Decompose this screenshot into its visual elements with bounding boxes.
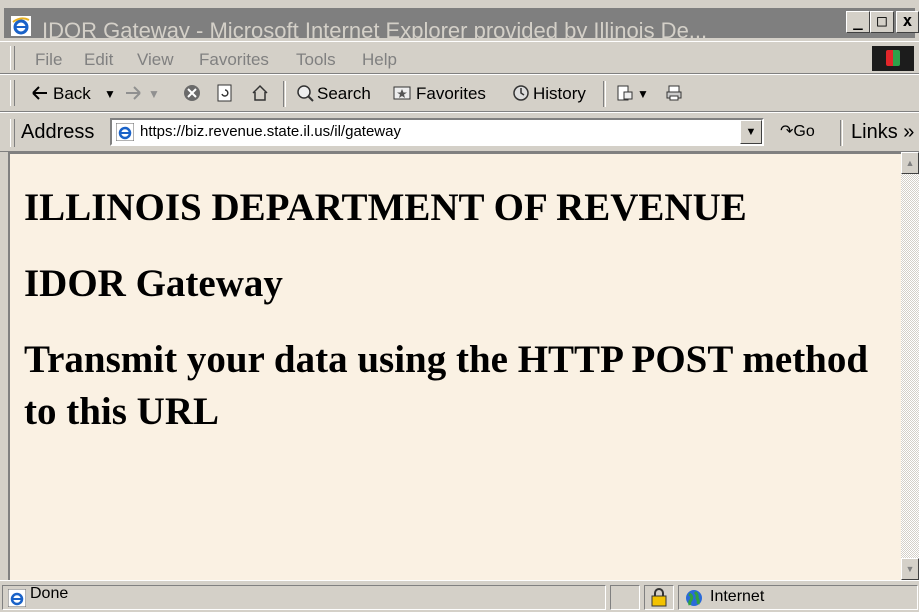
history-icon	[513, 85, 529, 101]
scroll-up-button[interactable]: ▲	[901, 152, 919, 174]
links-button[interactable]: Links »	[851, 121, 914, 144]
page-heading-organization: ILLINOIS DEPARTMENT OF REVENUE	[24, 186, 747, 229]
windows-logo-icon	[872, 46, 914, 71]
go-button[interactable]: ↷Go	[780, 121, 815, 141]
status-bar: Done Internet	[0, 580, 919, 612]
standard-toolbar: Back ▼ ▼ Search Favorites History ▼	[0, 74, 919, 112]
forward-dropdown-icon[interactable]: ▼	[148, 87, 160, 101]
vertical-scrollbar[interactable]: ▲ ▼	[901, 152, 919, 580]
forward-arrow-icon[interactable]	[124, 84, 142, 102]
menu-view[interactable]: View	[137, 50, 174, 70]
menu-help[interactable]: Help	[362, 50, 397, 70]
search-label: Search	[317, 84, 371, 103]
page-heading-instruction: Transmit your data using the HTTP POST m…	[24, 338, 869, 433]
ie-icon	[11, 16, 31, 36]
address-separator	[840, 120, 843, 146]
menu-grip[interactable]	[10, 46, 15, 70]
ie-page-icon	[116, 123, 134, 141]
stop-icon[interactable]	[183, 84, 201, 102]
mail-dropdown-icon[interactable]: ▼	[637, 87, 649, 101]
menu-tools[interactable]: Tools	[296, 50, 336, 70]
favorites-icon	[393, 86, 411, 100]
address-dropdown-button[interactable]: ▼	[740, 120, 762, 144]
close-button[interactable]: x	[896, 11, 919, 33]
ie-page-icon	[8, 589, 26, 607]
print-icon[interactable]	[665, 84, 683, 102]
history-label: History	[533, 84, 586, 103]
page-heading-gateway: IDOR Gateway	[24, 262, 283, 305]
address-url: https://biz.revenue.state.il.us/il/gatew…	[140, 123, 401, 140]
menu-bar: File Edit View Favorites Tools Help	[0, 41, 919, 74]
status-security-pane[interactable]	[644, 585, 674, 610]
back-label: Back	[53, 84, 91, 103]
home-icon[interactable]	[251, 84, 269, 102]
scroll-down-button[interactable]: ▼	[901, 558, 919, 580]
status-zone-label: Internet	[710, 588, 765, 605]
globe-icon	[686, 590, 702, 606]
title-bar-inner[interactable]: IDOR Gateway - Microsoft Internet Explor…	[4, 8, 915, 43]
status-main-pane	[2, 585, 606, 610]
status-text: Done	[30, 585, 69, 602]
toolbar-grip[interactable]	[10, 80, 15, 106]
menu-file[interactable]: File	[35, 50, 62, 70]
menu-favorites[interactable]: Favorites	[199, 50, 269, 70]
minimize-button[interactable]: _	[846, 11, 870, 33]
address-label: Address	[21, 121, 95, 143]
maximize-button[interactable]: □	[870, 11, 894, 33]
search-icon	[297, 85, 314, 102]
favorites-label: Favorites	[416, 84, 486, 103]
go-arrow-icon: ↷	[780, 123, 794, 140]
title-bar: IDOR Gateway - Microsoft Internet Explor…	[0, 0, 919, 43]
mail-icon[interactable]	[616, 84, 634, 102]
address-input[interactable]: https://biz.revenue.state.il.us/il/gatew…	[110, 118, 764, 146]
go-label: Go	[793, 123, 815, 140]
status-progress-pane	[610, 585, 640, 610]
toolbar-separator	[603, 81, 606, 107]
page-content: ILLINOIS DEPARTMENT OF REVENUE IDOR Gate…	[8, 152, 901, 580]
refresh-icon[interactable]	[216, 84, 234, 102]
address-bar: Address https://biz.revenue.state.il.us/…	[0, 112, 919, 152]
toolbar-separator	[283, 81, 286, 107]
lock-icon	[651, 588, 667, 607]
address-grip[interactable]	[10, 119, 15, 147]
back-arrow-icon	[32, 86, 47, 100]
menu-edit[interactable]: Edit	[84, 50, 113, 70]
back-dropdown-icon[interactable]: ▼	[104, 87, 116, 101]
